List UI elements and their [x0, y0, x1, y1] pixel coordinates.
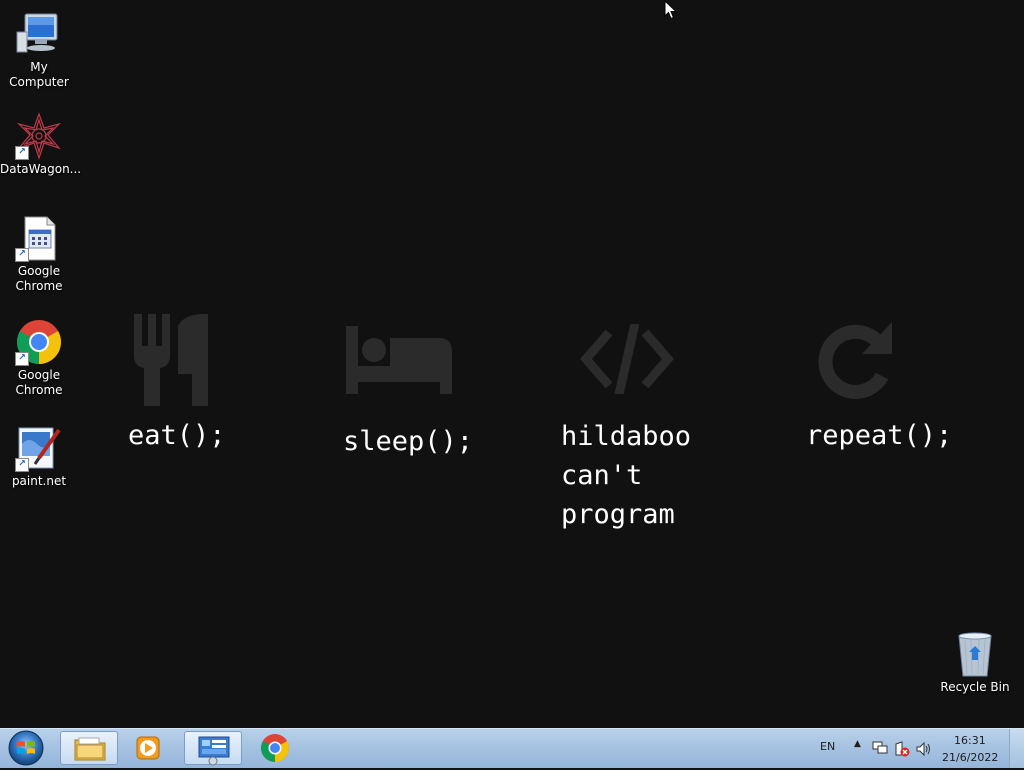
- desktop-icon-label: DataWagon...: [0, 162, 82, 176]
- shortcut-arrow-icon: ↗: [15, 458, 29, 472]
- action-center-icon[interactable]: [894, 741, 910, 757]
- network-icon[interactable]: [872, 741, 888, 755]
- clock-date[interactable]: 21/6/2022: [942, 751, 998, 764]
- desktop-icon-paintnet[interactable]: ↗ paint.net: [0, 424, 78, 489]
- desktop-icon-label: My Computer: [9, 60, 69, 89]
- datawagon-icon: ↗: [15, 112, 63, 160]
- media-player-icon: [136, 736, 160, 760]
- taskbar-control-panel[interactable]: [184, 731, 242, 766]
- show-desktop-button[interactable]: [1009, 729, 1024, 768]
- start-button[interactable]: [4, 730, 48, 766]
- wallpaper-text-eat: eat();: [128, 420, 226, 451]
- paintnet-icon: ↗: [15, 424, 63, 472]
- repeat-icon: [812, 320, 896, 404]
- mouse-pointer-icon: [664, 0, 678, 24]
- desktop-icon-label: Recycle Bin: [940, 680, 1010, 694]
- desktop-icon-label: Google Chrome: [15, 264, 63, 293]
- clock-time[interactable]: 16:31: [954, 734, 986, 747]
- desktop-icon-label: paint.net: [11, 474, 67, 488]
- desktop-icon-label: Google Chrome: [15, 368, 63, 397]
- desktop-icon-chrome-document[interactable]: ↗ Google Chrome: [0, 214, 78, 294]
- desktop: My Computer ↗ DataWagon... ↗ Google Chro…: [0, 0, 1024, 728]
- desktop-icon-chrome[interactable]: ↗ Google Chrome: [0, 318, 78, 398]
- desktop-icon-datawagon[interactable]: ↗ DataWagon...: [0, 112, 82, 177]
- wallpaper-text-repeat: repeat();: [806, 420, 953, 451]
- bed-icon: [346, 326, 452, 398]
- system-tray: EN ▲ 16:31 21/6/2022: [794, 729, 1024, 768]
- wallpaper-text-code: hildaboo can't program: [561, 421, 692, 530]
- wallpaper-text-sleep: sleep();: [343, 426, 474, 457]
- shortcut-arrow-icon: ↗: [15, 352, 29, 366]
- code-icon: [580, 322, 674, 398]
- taskbar: EN ▲ 16:31 21/6/2022: [0, 728, 1024, 768]
- desktop-icon-recycle-bin[interactable]: Recycle Bin: [936, 630, 1014, 695]
- shortcut-arrow-icon: ↗: [15, 248, 29, 262]
- fork-knife-icon: [134, 314, 210, 410]
- volume-icon[interactable]: [916, 741, 932, 757]
- chrome-icon: ↗: [15, 318, 63, 366]
- computer-icon: [15, 10, 63, 58]
- recycle-bin-icon: [951, 630, 999, 678]
- shortcut-arrow-icon: ↗: [15, 146, 29, 160]
- windows-start-icon: [8, 730, 44, 766]
- desktop-icon-my-computer[interactable]: My Computer: [0, 10, 78, 90]
- folder-icon: [74, 737, 106, 761]
- taskbar-windows-explorer[interactable]: [60, 731, 118, 765]
- document-shortcut-icon: ↗: [15, 214, 63, 262]
- taskbar-media-player[interactable]: [120, 731, 178, 765]
- show-hidden-icon[interactable]: ▲: [854, 739, 861, 749]
- taskbar-chrome[interactable]: [246, 731, 304, 765]
- language-indicator[interactable]: EN: [820, 740, 835, 753]
- chrome-icon: [261, 734, 289, 762]
- control-panel-icon: [198, 736, 230, 766]
